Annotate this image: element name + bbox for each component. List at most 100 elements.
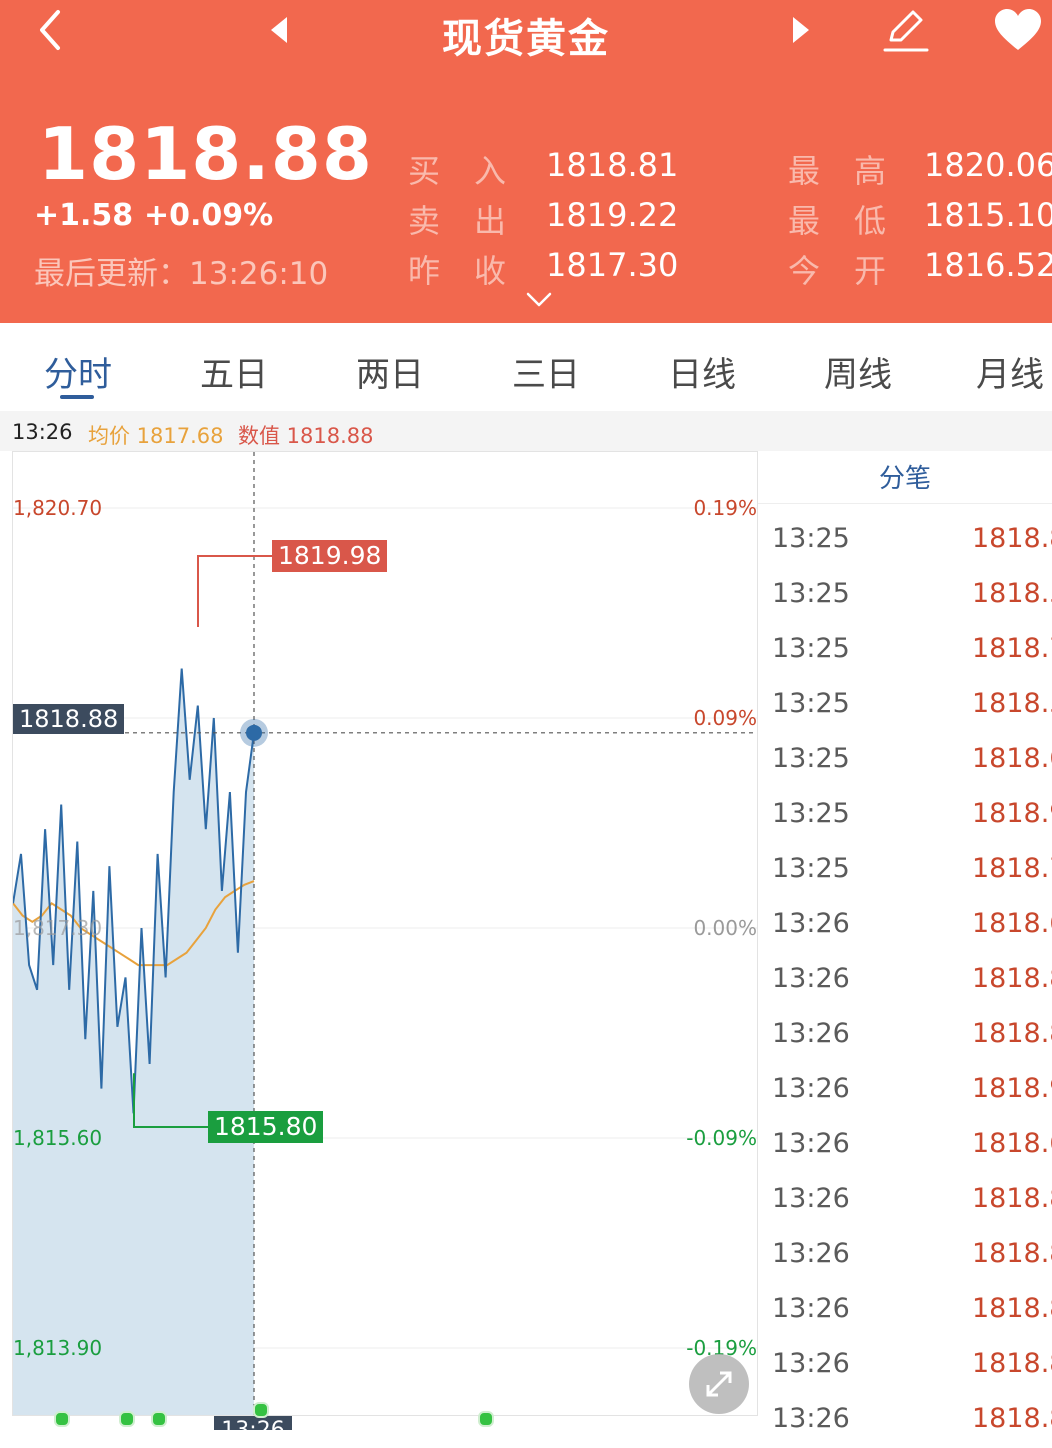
- tick-price: 1818.8: [972, 963, 1052, 994]
- favorite-heart-icon[interactable]: [990, 0, 1046, 60]
- tick-row: 13:26 1818.8: [758, 1393, 1052, 1448]
- crosshair-info-bar: 13:26 均价 1817.68 数值 1818.88: [0, 411, 1052, 451]
- tick-price: 1818.8: [972, 1348, 1052, 1379]
- current-price: 1818.88: [38, 112, 373, 196]
- pct-label-lower: -0.09%: [686, 1126, 757, 1150]
- tick-time: 13:25: [772, 798, 850, 829]
- tick-time: 13:25: [772, 523, 850, 554]
- tick-row: 13:26 1818.8: [758, 1228, 1052, 1283]
- sell-label-1: 卖: [408, 202, 441, 240]
- tick-price: 1818.8: [972, 1238, 1052, 1269]
- tick-time: 13:26: [772, 1018, 850, 1049]
- tab-monthly[interactable]: 月线: [976, 347, 1044, 396]
- event-dot[interactable]: [253, 1402, 269, 1418]
- pct-label-upper: 0.09%: [693, 706, 757, 730]
- tick-price: 1818.7: [972, 633, 1052, 664]
- max-marker-connector: [197, 555, 272, 627]
- tab-weekly[interactable]: 周线: [824, 347, 892, 396]
- sell-value: 1819.22: [546, 196, 679, 234]
- low-value: 1815.10: [924, 196, 1052, 234]
- info-value: 数值 1818.88: [238, 424, 374, 448]
- tick-time: 13:25: [772, 633, 850, 664]
- tab-three-day[interactable]: 三日: [512, 347, 580, 396]
- buy-label-2: 入: [474, 152, 507, 190]
- tick-price: 1818.7: [972, 853, 1052, 884]
- low-label-2: 低: [854, 202, 887, 240]
- fullscreen-button[interactable]: [689, 1354, 749, 1414]
- tick-price: 1818.5: [972, 688, 1052, 719]
- tick-price: 1818.8: [972, 1018, 1052, 1049]
- pct-label-top: 0.19%: [693, 496, 757, 520]
- high-value: 1820.06: [924, 146, 1052, 184]
- tick-price: 1818.8: [972, 1403, 1052, 1434]
- tick-row: 13:26 1818.9: [758, 1063, 1052, 1118]
- expand-chevron-icon[interactable]: [526, 292, 552, 312]
- tick-price: 1818.8: [972, 1293, 1052, 1324]
- tick-row: 13:26 1818.6: [758, 898, 1052, 953]
- period-tabs: 分时 五日 两日 三日 日线 周线 月线: [0, 323, 1052, 411]
- buy-label-1: 买: [408, 152, 441, 190]
- sell-label-2: 出: [474, 202, 507, 240]
- max-price-marker: 1819.98: [272, 540, 388, 572]
- crosshair-price-label: 1818.88: [13, 704, 125, 734]
- tick-price: 1818.6: [972, 1128, 1052, 1159]
- tick-time: 13:25: [772, 743, 850, 774]
- tick-time: 13:25: [772, 853, 850, 884]
- min-price-marker: 1815.80: [208, 1111, 324, 1143]
- intraday-chart[interactable]: 1,820.70 1,817.30 1,815.60 1,813.90 0.19…: [12, 451, 758, 1427]
- open-label-2: 开: [854, 252, 887, 290]
- tick-row: 13:25 1818.7: [758, 623, 1052, 678]
- tick-row: 13:26 1818.8: [758, 953, 1052, 1008]
- chart-canvas: [13, 452, 757, 1415]
- event-dot[interactable]: [151, 1411, 167, 1427]
- quote-header: 现货黄金 1818.88 +1.58 +0.09% 最后更新：13:26:10 …: [0, 0, 1052, 323]
- tick-row: 13:25 1818.5: [758, 678, 1052, 733]
- pct-label-zero: 0.00%: [693, 916, 757, 940]
- tab-two-day[interactable]: 两日: [356, 347, 424, 396]
- tick-price: 1818.5: [972, 578, 1052, 609]
- tab-five-day[interactable]: 五日: [200, 347, 268, 396]
- tick-list-title: 分笔: [758, 451, 1052, 504]
- high-label-2: 高: [854, 152, 887, 190]
- tick-row: 13:25 1818.5: [758, 568, 1052, 623]
- tick-time: 13:26: [772, 1293, 850, 1324]
- info-avg: 均价 1817.68: [88, 424, 224, 448]
- info-time: 13:26: [12, 420, 73, 444]
- tick-time: 13:26: [772, 1183, 850, 1214]
- tick-price: 1818.8: [972, 1183, 1052, 1214]
- y-label-top: 1,820.70: [13, 496, 103, 520]
- tick-row: 13:26 1818.8: [758, 1008, 1052, 1063]
- price-change: +1.58: [34, 198, 134, 233]
- tick-row: 13:25 1818.8: [758, 513, 1052, 568]
- active-tab-indicator: [60, 395, 94, 399]
- tick-time: 13:25: [772, 688, 850, 719]
- tick-price: 1818.6: [972, 908, 1052, 939]
- crosshair-time-label-wrap: 13:26: [214, 1416, 292, 1430]
- event-dot[interactable]: [478, 1411, 494, 1427]
- last-update: 最后更新：13:26:10: [34, 256, 329, 292]
- tick-row: 13:25 1818.7: [758, 843, 1052, 898]
- tick-row: 13:25 1818.9: [758, 788, 1052, 843]
- tick-row: 13:26 1818.8: [758, 1283, 1052, 1338]
- prev-close-value: 1817.30: [546, 246, 679, 284]
- next-arrow-icon[interactable]: [784, 0, 818, 60]
- tick-time: 13:26: [772, 1403, 850, 1434]
- tab-intraday[interactable]: 分时: [44, 347, 112, 396]
- tick-row: 13:25 1818.6: [758, 733, 1052, 788]
- tick-row: 13:26 1818.8: [758, 1173, 1052, 1228]
- edit-icon[interactable]: [878, 0, 932, 60]
- prev-close-label-2: 收: [474, 252, 507, 290]
- crosshair-point: [246, 724, 262, 741]
- tab-daily[interactable]: 日线: [668, 347, 736, 396]
- crosshair-time-label: 13:26: [214, 1416, 292, 1430]
- event-dot[interactable]: [54, 1411, 70, 1427]
- event-dot[interactable]: [119, 1411, 135, 1427]
- tick-price: 1818.9: [972, 1073, 1052, 1104]
- tick-time: 13:26: [772, 1073, 850, 1104]
- tick-time: 13:26: [772, 1348, 850, 1379]
- tick-price: 1818.8: [972, 523, 1052, 554]
- tick-time: 13:25: [772, 578, 850, 609]
- tick-time: 13:26: [772, 963, 850, 994]
- tick-time: 13:26: [772, 908, 850, 939]
- low-label-1: 最: [788, 202, 821, 240]
